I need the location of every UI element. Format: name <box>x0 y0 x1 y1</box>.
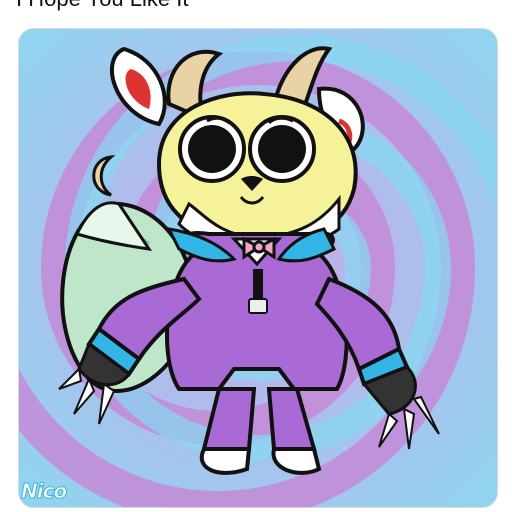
artist-signature: Nico <box>20 479 67 504</box>
post-image[interactable]: Nico <box>18 28 498 508</box>
head <box>156 91 358 251</box>
artwork-illustration <box>19 29 497 507</box>
post-text: I Hope You Like It <box>16 0 188 12</box>
